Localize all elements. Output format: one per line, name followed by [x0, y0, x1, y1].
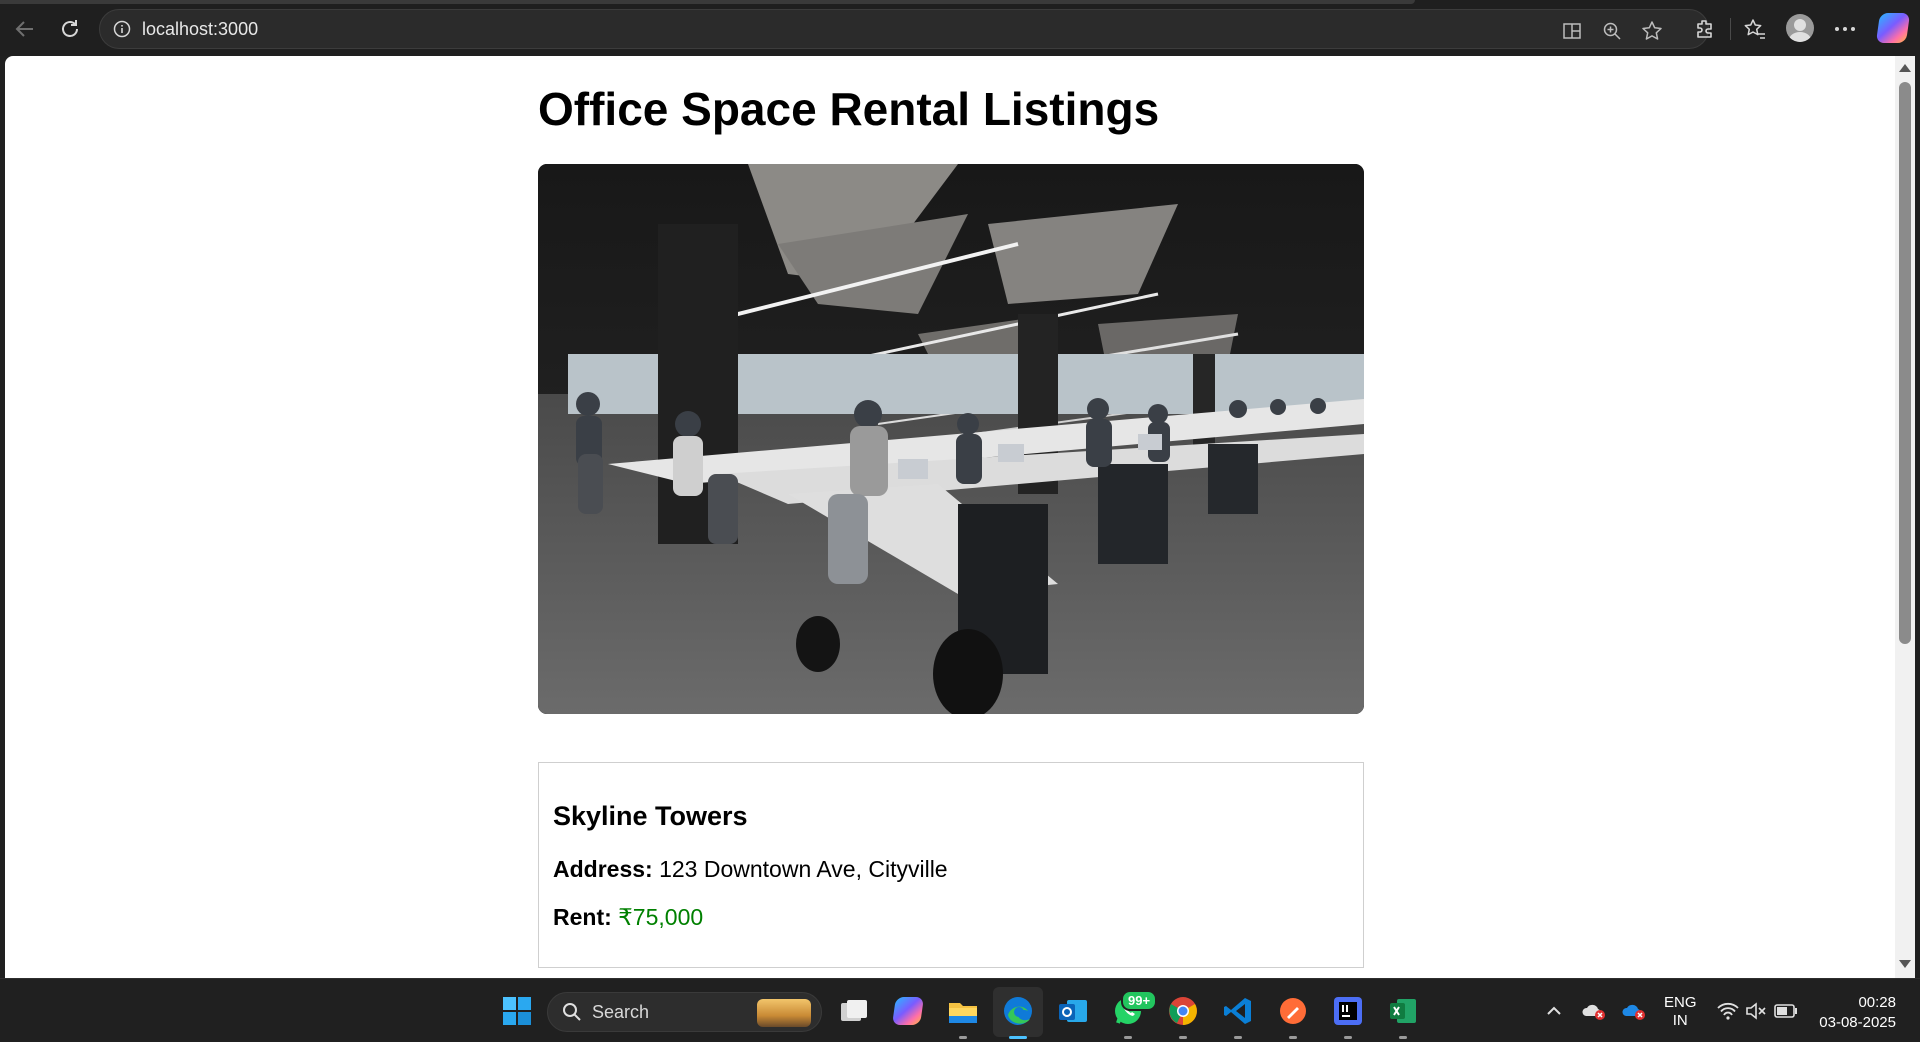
postman-indicator [1289, 1036, 1297, 1039]
refresh-icon[interactable] [55, 14, 85, 44]
postman-icon[interactable] [1275, 993, 1311, 1039]
rent-label: Rent: [553, 904, 612, 930]
vscode-icon[interactable] [1220, 993, 1256, 1039]
excel-icon[interactable] [1385, 993, 1421, 1039]
excel-indicator [1399, 1036, 1407, 1039]
favorites-icon[interactable] [1740, 14, 1770, 44]
scroll-down-icon[interactable] [1899, 960, 1911, 968]
taskbar-search[interactable]: Search [547, 992, 822, 1032]
site-info-icon[interactable] [112, 19, 132, 39]
browser-toolbar: localhost:3000 [0, 0, 1920, 56]
intellij-indicator [1344, 1036, 1352, 1039]
outlook-icon[interactable] [1055, 993, 1091, 1029]
address-label: Address: [553, 856, 653, 882]
onedrive-error-icon[interactable] [1576, 993, 1612, 1029]
back-arrow-icon[interactable] [10, 14, 40, 44]
edge-browser-icon[interactable] [1000, 993, 1036, 1039]
task-view-icon[interactable] [836, 993, 872, 1029]
language-line1: ENG [1664, 994, 1697, 1011]
rent-value: ₹75,000 [618, 904, 704, 930]
address-bar[interactable]: localhost:3000 [99, 9, 1709, 49]
search-highlight-image [757, 999, 811, 1027]
address-value: 123 Downtown Ave, Cityville [659, 856, 948, 882]
page-viewport: Office Space Rental Listings Skyline Tow… [5, 56, 1895, 978]
whatsapp-badge: 99+ [1121, 990, 1158, 1011]
clock-date: 03-08-2025 [1819, 1014, 1896, 1031]
copilot-icon[interactable] [1875, 13, 1911, 43]
avatar-head [1794, 19, 1806, 31]
zoom-icon[interactable] [1600, 19, 1624, 43]
language-line2: IN [1672, 1012, 1688, 1029]
intellij-icon[interactable] [1330, 993, 1366, 1039]
listing-name: Skyline Towers [553, 801, 748, 831]
tab-strip [0, 0, 1415, 4]
profile-avatar-icon[interactable] [1786, 14, 1814, 42]
split-screen-icon[interactable] [1560, 19, 1584, 43]
language-indicator[interactable]: ENG IN [1664, 994, 1697, 1030]
battery-icon[interactable] [1768, 993, 1804, 1029]
listing-address: Address: 123 Downtown Ave, Cityville [553, 856, 948, 883]
office-photo [538, 164, 1364, 714]
windows-start-icon[interactable] [499, 993, 535, 1029]
vscode-indicator [1234, 1036, 1242, 1039]
favorite-star-icon[interactable] [1640, 19, 1664, 43]
clock-time: 00:28 [1858, 994, 1896, 1011]
page-title: Office Space Rental Listings [538, 83, 1160, 135]
onedrive-business-error-icon[interactable] [1616, 993, 1652, 1029]
more-options-icon[interactable] [1830, 14, 1860, 44]
copilot-app-icon[interactable] [890, 993, 926, 1029]
page-scrollbar[interactable] [1895, 56, 1915, 978]
avatar-body [1789, 32, 1811, 42]
search-icon [562, 1002, 582, 1022]
windows-taskbar: Search 99+ ENG IN 00:28 03-08-2025 [0, 978, 1920, 1042]
listing-card: Skyline Towers Address: 123 Downtown Ave… [538, 762, 1364, 968]
scroll-up-icon[interactable] [1899, 64, 1911, 72]
listing-rent: Rent: ₹75,000 [553, 904, 703, 931]
chrome-indicator [1179, 1036, 1187, 1039]
url-text[interactable]: localhost:3000 [142, 19, 258, 40]
toolbar-divider [1730, 18, 1731, 40]
clock[interactable]: 00:28 03-08-2025 [1806, 993, 1896, 1033]
extensions-icon[interactable] [1690, 14, 1720, 44]
whatsapp-indicator [1124, 1036, 1132, 1039]
chrome-icon[interactable] [1165, 993, 1201, 1039]
file-explorer-indicator [959, 1036, 967, 1039]
scroll-thumb[interactable] [1899, 82, 1911, 644]
search-label: Search [592, 1001, 650, 1022]
file-explorer-icon[interactable] [945, 993, 981, 1039]
tray-chevron-up-icon[interactable] [1536, 993, 1572, 1029]
edge-active-indicator [1009, 1036, 1027, 1039]
